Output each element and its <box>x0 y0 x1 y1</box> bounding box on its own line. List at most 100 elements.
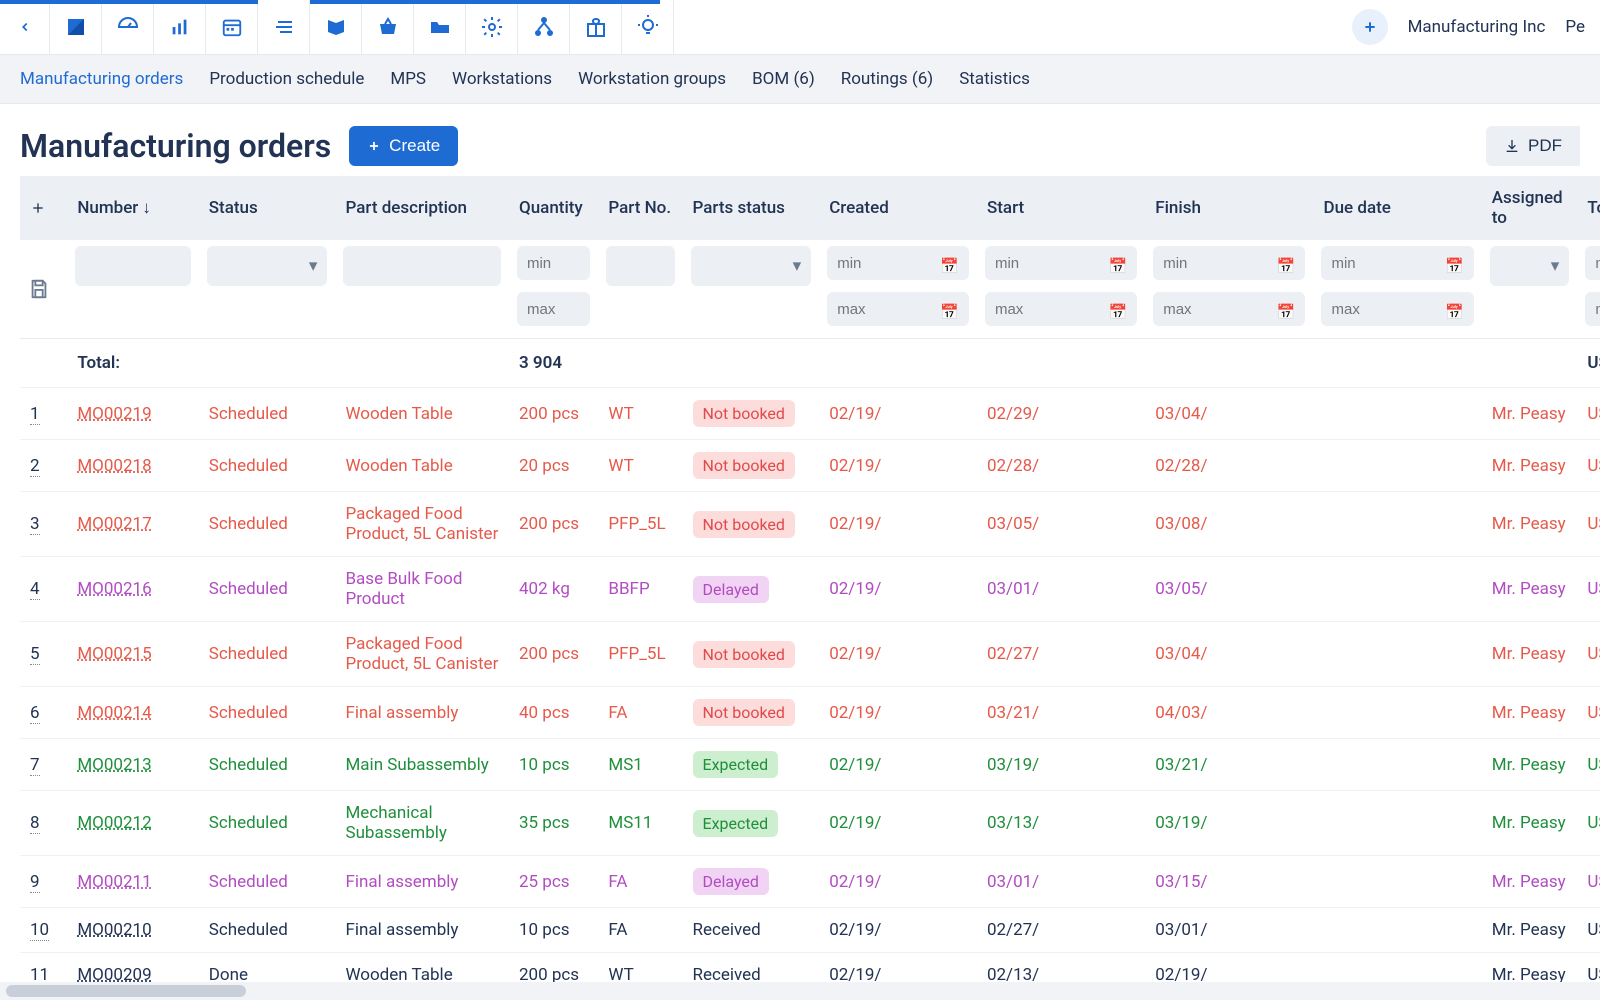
table-row[interactable]: 9MO00211ScheduledFinal assembly25 pcsFAD… <box>20 856 1600 908</box>
nav-network-icon[interactable] <box>518 0 570 54</box>
tab-workstation-groups[interactable]: Workstation groups <box>578 69 726 89</box>
filter-finish-min[interactable] <box>1153 246 1305 280</box>
filter-qty-max[interactable] <box>517 292 590 326</box>
filter-status[interactable] <box>207 246 328 286</box>
filter-start-max[interactable] <box>985 292 1137 326</box>
row-index[interactable]: 1 <box>30 404 40 425</box>
nav-logo-icon[interactable] <box>50 0 102 54</box>
horizontal-scrollbar[interactable] <box>0 982 1600 1000</box>
create-button[interactable]: Create <box>349 126 458 166</box>
filter-partno[interactable] <box>606 246 674 286</box>
col-created[interactable]: Created <box>819 176 977 240</box>
mo-link[interactable]: MO00217 <box>77 514 151 534</box>
col-part-desc[interactable]: Part description <box>335 176 509 240</box>
mo-link[interactable]: MO00219 <box>77 404 151 424</box>
user-hint[interactable]: Pe <box>1565 17 1585 37</box>
pdf-button[interactable]: PDF <box>1486 126 1580 166</box>
table-row[interactable]: 4MO00216ScheduledBase Bulk Food Product4… <box>20 557 1600 622</box>
filter-parts-status[interactable] <box>691 246 812 286</box>
row-finish: 03/19/ <box>1145 791 1313 856</box>
row-index[interactable]: 9 <box>30 872 40 893</box>
table-row[interactable]: 6MO00214ScheduledFinal assembly40 pcsFAN… <box>20 687 1600 739</box>
col-add[interactable] <box>20 176 67 240</box>
col-part-no[interactable]: Part No. <box>598 176 682 240</box>
nav-bulb-icon[interactable] <box>622 0 674 54</box>
filter-number[interactable] <box>75 246 190 286</box>
filter-qty-min[interactable] <box>517 246 590 280</box>
row-finish: 03/04/ <box>1145 622 1313 687</box>
nav-chart-icon[interactable] <box>154 0 206 54</box>
mo-link[interactable]: MO00213 <box>77 755 151 775</box>
mo-link[interactable]: MO00214 <box>77 703 151 723</box>
nav-book-icon[interactable] <box>310 0 362 54</box>
row-index[interactable]: 6 <box>30 703 40 724</box>
row-start: 03/01/ <box>977 856 1145 908</box>
mo-link[interactable]: MO00212 <box>77 813 151 833</box>
nav-gear-icon[interactable] <box>466 0 518 54</box>
table-row[interactable]: 7MO00213ScheduledMain Subassembly10 pcsM… <box>20 739 1600 791</box>
row-index[interactable]: 2 <box>30 456 40 477</box>
tab-bom-6-[interactable]: BOM (6) <box>752 69 815 89</box>
col-assigned[interactable]: Assigned to <box>1482 176 1578 240</box>
col-total[interactable]: Tot <box>1577 176 1600 240</box>
row-desc: Wooden Table <box>335 388 509 440</box>
nav-list-icon[interactable] <box>258 0 310 54</box>
row-index[interactable]: 4 <box>30 579 40 600</box>
nav-basket-icon[interactable] <box>362 0 414 54</box>
row-status: Scheduled <box>199 388 336 440</box>
tab-routings-6-[interactable]: Routings (6) <box>841 69 933 89</box>
col-parts-status[interactable]: Parts status <box>683 176 820 240</box>
mo-link[interactable]: MO00211 <box>77 872 151 892</box>
table-row[interactable]: 3MO00217ScheduledPackaged Food Product, … <box>20 492 1600 557</box>
row-index[interactable]: 10 <box>30 920 49 941</box>
tab-production-schedule[interactable]: Production schedule <box>209 69 364 89</box>
row-total: US <box>1577 388 1600 440</box>
mo-link[interactable]: MO00210 <box>77 920 151 940</box>
nav-dashboard-icon[interactable] <box>102 0 154 54</box>
row-parts-status: Not booked <box>683 440 820 492</box>
filter-desc[interactable] <box>343 246 501 286</box>
mo-link[interactable]: MO00215 <box>77 644 151 664</box>
table-row[interactable]: 10MO00210ScheduledFinal assembly10 pcsFA… <box>20 908 1600 953</box>
table-row[interactable]: 8MO00212ScheduledMechanical Subassembly3… <box>20 791 1600 856</box>
tab-statistics[interactable]: Statistics <box>959 69 1030 89</box>
create-button-label: Create <box>389 136 440 156</box>
filter-total-min[interactable] <box>1585 246 1600 280</box>
filter-created-min[interactable] <box>827 246 969 280</box>
row-index[interactable]: 3 <box>30 514 40 535</box>
col-quantity[interactable]: Quantity <box>509 176 598 240</box>
table-row[interactable]: 5MO00215ScheduledPackaged Food Product, … <box>20 622 1600 687</box>
back-button[interactable] <box>0 0 50 54</box>
org-name[interactable]: Manufacturing Inc <box>1408 17 1546 37</box>
col-status[interactable]: Status <box>199 176 336 240</box>
tab-manufacturing-orders[interactable]: Manufacturing orders <box>20 69 183 89</box>
filter-start-min[interactable] <box>985 246 1137 280</box>
nav-folder-icon[interactable] <box>414 0 466 54</box>
filter-assigned[interactable] <box>1490 246 1570 286</box>
mo-link[interactable]: MO00218 <box>77 456 151 476</box>
col-due[interactable]: Due date <box>1313 176 1481 240</box>
table-row[interactable]: 1MO00219ScheduledWooden Table200 pcsWTNo… <box>20 388 1600 440</box>
table-row[interactable]: 2MO00218ScheduledWooden Table20 pcsWTNot… <box>20 440 1600 492</box>
row-partno: BBFP <box>598 557 682 622</box>
scrollbar-thumb[interactable] <box>6 985 246 997</box>
nav-gift-icon[interactable] <box>570 0 622 54</box>
mo-link[interactable]: MO00216 <box>77 579 151 599</box>
row-index[interactable]: 8 <box>30 813 40 834</box>
save-filter-button[interactable] <box>20 240 67 339</box>
filter-finish-max[interactable] <box>1153 292 1305 326</box>
filter-created-max[interactable] <box>827 292 969 326</box>
filter-due-min[interactable] <box>1321 246 1473 280</box>
col-start[interactable]: Start <box>977 176 1145 240</box>
filter-due-max[interactable] <box>1321 292 1473 326</box>
nav-calendar-icon[interactable] <box>206 0 258 54</box>
row-finish: 03/04/ <box>1145 388 1313 440</box>
row-index[interactable]: 5 <box>30 644 40 665</box>
global-add-button[interactable] <box>1352 9 1388 45</box>
col-finish[interactable]: Finish <box>1145 176 1313 240</box>
tab-workstations[interactable]: Workstations <box>452 69 552 89</box>
col-number[interactable]: Number↓ <box>67 176 198 240</box>
row-index[interactable]: 7 <box>30 755 40 776</box>
filter-total-max[interactable] <box>1585 292 1600 326</box>
tab-mps[interactable]: MPS <box>390 69 426 89</box>
